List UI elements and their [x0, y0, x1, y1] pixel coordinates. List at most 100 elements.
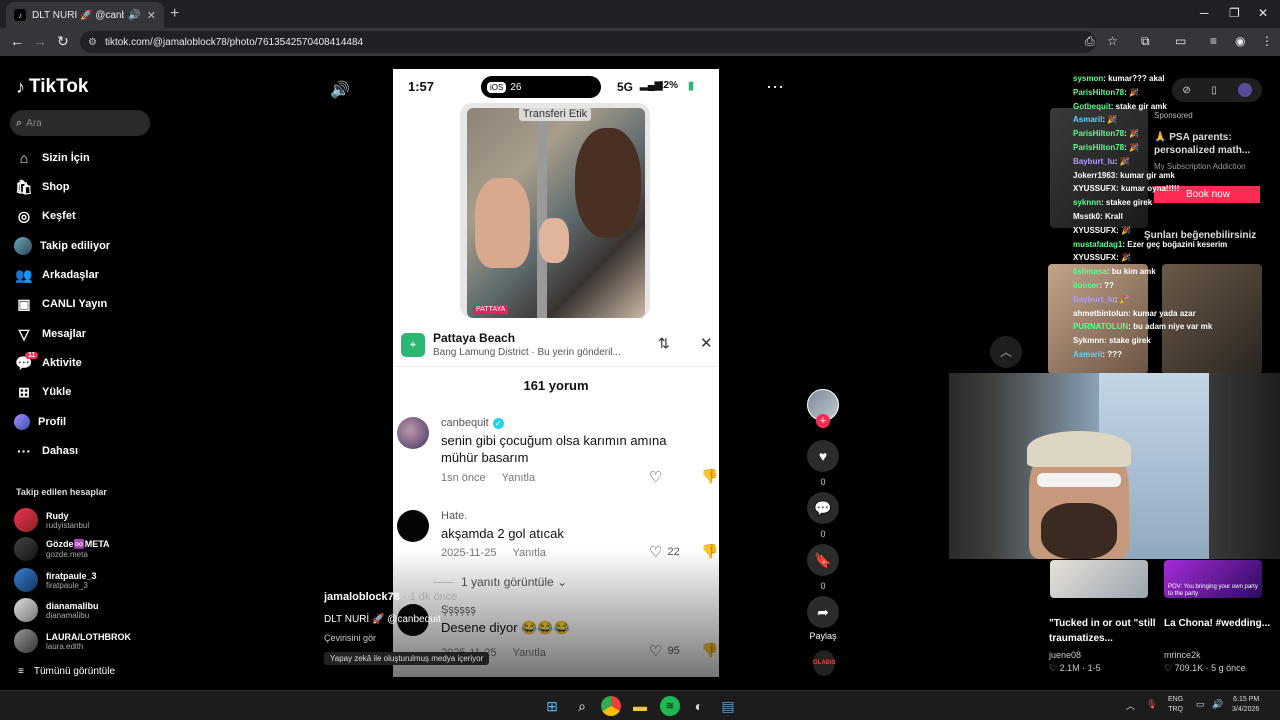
comment-action[interactable]: 💬 0: [807, 492, 839, 539]
reload-icon[interactable]: ↻: [57, 33, 69, 50]
like-button[interactable]: ♡ 95: [649, 642, 680, 660]
video-card-title[interactable]: "Tucked in or out "still traumatizes...: [1049, 616, 1159, 646]
system-clock[interactable]: 6:15 PM 3/4/2026: [1232, 695, 1259, 715]
split-view-icon[interactable]: ▭: [1175, 34, 1186, 48]
new-tab-button[interactable]: +: [170, 5, 179, 23]
nav-profile[interactable]: Profil: [14, 412, 66, 432]
forward-icon[interactable]: →: [33, 33, 47, 49]
obs-icon[interactable]: ◐: [689, 696, 709, 716]
video-card-title[interactable]: La Chona! #wedding...: [1164, 616, 1274, 631]
post-author[interactable]: jamaloblock78 · 1 dk önce: [324, 591, 457, 603]
sort-icon[interactable]: ⇅: [658, 335, 670, 352]
file-explorer-icon[interactable]: ▬: [630, 696, 650, 716]
followed-account[interactable]: LAURA/LOTHBROK laura.edith: [14, 629, 131, 653]
view-replies-link[interactable]: 1 yanıtı görüntüle ⌄: [433, 575, 567, 589]
install-icon[interactable]: ⎙: [1085, 34, 1095, 49]
volume-icon[interactable]: 🔊: [330, 80, 350, 100]
activity-badge: 11: [25, 351, 39, 359]
followed-account[interactable]: dianamalibu dianamalibu: [14, 598, 99, 622]
chat-message: Asmaril: ???: [1073, 349, 1122, 359]
reply-button[interactable]: Yanıtla: [512, 547, 545, 559]
heart-outline-icon: ♡: [649, 643, 663, 660]
chat-message: PURNATOLUN: bu adam niye var mk: [1073, 322, 1213, 332]
close-icon[interactable]: ✕: [700, 334, 713, 352]
nav-following[interactable]: Takip ediliyor: [14, 236, 110, 256]
search-icon[interactable]: ⌕: [572, 696, 592, 716]
like-button[interactable]: ♡ 22: [649, 543, 680, 561]
site-info-icon[interactable]: ⚙: [88, 37, 97, 48]
scroll-up-icon[interactable]: ︿: [990, 336, 1022, 368]
music-disc-icon[interactable]: OLADIS: [813, 650, 836, 676]
nav-more[interactable]: ··· Dahası: [14, 441, 78, 461]
photo-post[interactable]: 1:57 iOS 26 5G ▂▄▆ 22% ▮ PATTAYA Transfe…: [393, 69, 719, 677]
search-input[interactable]: ⌕ Ara: [10, 110, 150, 136]
close-window-icon[interactable]: ✕: [1258, 6, 1268, 20]
like-action[interactable]: ♥ 0: [807, 440, 839, 487]
tab-close-icon[interactable]: ✕: [147, 9, 156, 22]
following-avatar-icon: [14, 237, 32, 255]
chat-message: syknnn: stakee girek: [1073, 198, 1153, 208]
follow-plus-icon[interactable]: +: [816, 414, 830, 428]
video-card-thumbnail[interactable]: POV: You bringing your own party to the …: [1164, 560, 1262, 598]
nav-messages[interactable]: ▽ Mesajlar: [14, 324, 86, 344]
video-label: Transferi Etik: [460, 107, 650, 121]
chat-message: 6slimasa: bu kim amk: [1073, 267, 1156, 277]
extensions-icon[interactable]: ⧉: [1141, 34, 1150, 49]
microphone-icon[interactable]: 🎙: [1146, 699, 1157, 710]
nav-activity[interactable]: 💬 11 Aktivite: [14, 351, 82, 373]
following-accounts-header: Takip edilen hesaplar: [16, 487, 107, 497]
back-icon[interactable]: ←: [10, 33, 24, 49]
menu-kebab-icon[interactable]: ⋮: [1261, 34, 1273, 48]
spotify-icon[interactable]: ≋: [660, 696, 680, 716]
search-icon: ⌕: [16, 116, 23, 129]
video-thumbnail[interactable]: PATTAYA Transferi Etik: [460, 103, 650, 318]
nav-explore[interactable]: ◎ Keşfet: [14, 206, 76, 226]
avatar[interactable]: [397, 510, 429, 542]
followed-account[interactable]: firatpaule_3 firatpaule_3: [14, 568, 97, 592]
url-bar[interactable]: ⚙ tiktok.com/@jamaloblock78/photo/761354…: [80, 31, 1096, 53]
dislike-icon[interactable]: 👎: [701, 468, 718, 485]
minimize-icon[interactable]: ─: [1200, 6, 1209, 20]
reply-button[interactable]: Yanıtla: [502, 472, 535, 484]
volume-tray-icon[interactable]: 🔊: [1212, 699, 1223, 710]
dislike-icon[interactable]: 👎: [701, 642, 718, 659]
reply-button[interactable]: Yanıtla: [512, 647, 545, 659]
network-icon[interactable]: ▭: [1196, 699, 1205, 710]
nav-friends[interactable]: 👥 Arkadaşlar: [14, 265, 99, 285]
restore-icon[interactable]: ❐: [1229, 6, 1240, 20]
share-action[interactable]: ➦ Paylaş: [805, 596, 841, 641]
see-all-link[interactable]: ≡ Tümünü görüntüle: [18, 666, 115, 677]
tiktok-logo[interactable]: ♪ TikTok: [16, 76, 88, 98]
nav-for-you[interactable]: ⌂ Sizin İçin: [14, 148, 90, 168]
reading-list-icon[interactable]: ≡: [1210, 34, 1217, 48]
browser-tab[interactable]: ♪ DLT NURİ 🚀 @canbequit | 🔊 ✕: [6, 2, 164, 28]
followed-account[interactable]: Gözde♾️META gozde.meta: [14, 537, 110, 561]
dislike-icon[interactable]: 👎: [701, 543, 718, 560]
map-pin-icon: ⌖: [401, 332, 425, 357]
chrome-icon[interactable]: [601, 696, 621, 716]
more-options-icon[interactable]: ···: [766, 76, 784, 97]
nav-live[interactable]: ▣ CANLI Yayın: [14, 294, 107, 314]
video-card-thumbnail[interactable]: [1050, 560, 1148, 598]
avatar[interactable]: [397, 417, 429, 449]
profile-avatar-icon[interactable]: ◉: [1235, 34, 1245, 48]
save-action[interactable]: 🔖 0: [807, 544, 839, 591]
video-card-user[interactable]: juene08: [1049, 650, 1081, 660]
bookmark-star-icon[interactable]: ☆: [1107, 34, 1118, 48]
like-button[interactable]: ♡: [649, 468, 662, 486]
notepad-icon[interactable]: ▤: [718, 696, 738, 716]
chat-message: XYUSSUFX: 🎉: [1073, 225, 1131, 235]
location-bar[interactable]: ⌖ Pattaya Beach Bang Lamung District · B…: [393, 323, 719, 367]
share-arrow-icon: ➦: [807, 596, 839, 628]
video-card-user[interactable]: mrince2k: [1164, 650, 1201, 660]
followed-account[interactable]: Rudy rudyistanbul: [14, 508, 89, 532]
start-windows-icon[interactable]: ⊞: [542, 696, 562, 716]
see-translation-link[interactable]: Çevirisini gör: [324, 633, 376, 643]
nav-upload[interactable]: ⊞ Yükle: [14, 382, 71, 402]
comment-count: 161 yorum: [523, 378, 589, 393]
webcam-overlay: [949, 373, 1280, 559]
tab-audio-icon[interactable]: 🔊: [128, 10, 140, 21]
nav-shop[interactable]: 🛍 Shop: [14, 177, 69, 197]
tray-chevron-icon[interactable]: ︿: [1126, 699, 1135, 712]
input-language[interactable]: ENG TRQ: [1168, 695, 1183, 715]
